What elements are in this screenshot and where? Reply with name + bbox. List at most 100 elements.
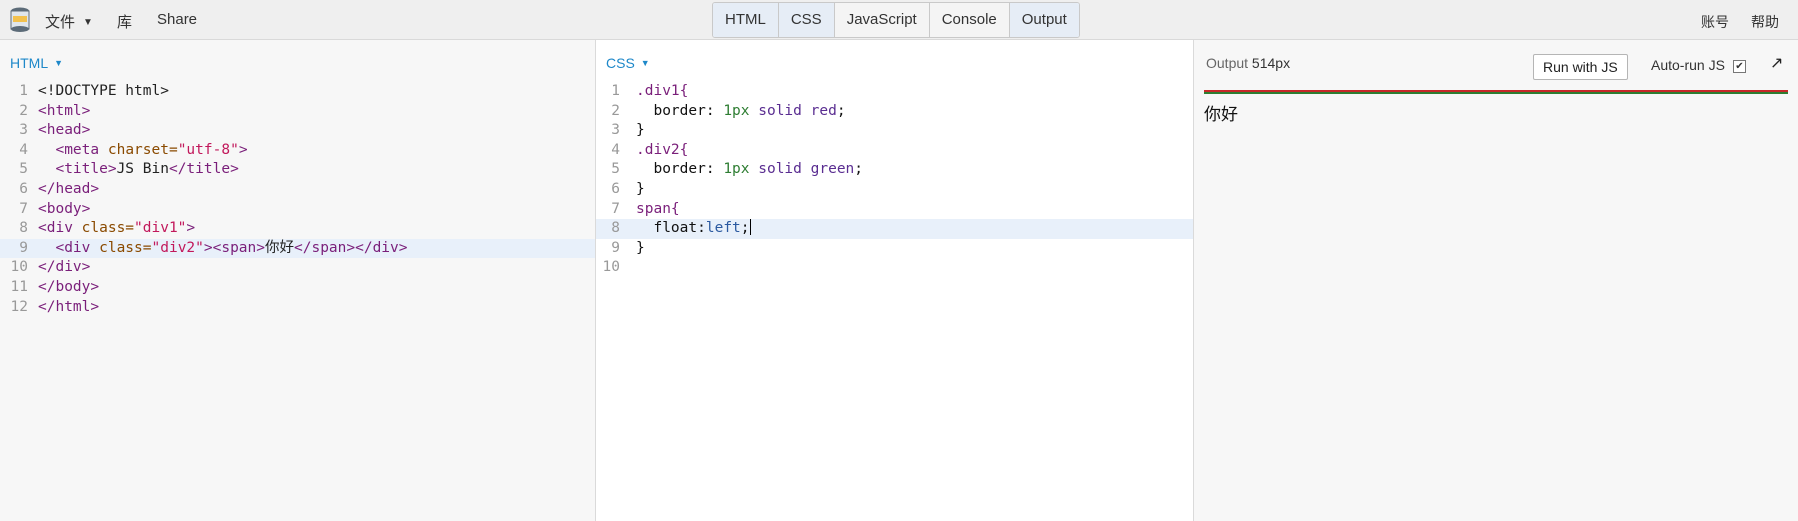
panel-tabs: HTML CSS JavaScript Console Output — [712, 2, 1080, 38]
line-number: 1 — [19, 83, 28, 99]
line-number: 5 — [611, 161, 620, 178]
code-tag: <div — [55, 239, 91, 256]
file-menu-label: 文件 — [45, 14, 76, 31]
code-line: 10 — [596, 258, 1193, 278]
output-preview: 你好 — [1204, 90, 1788, 510]
code-tag: > — [238, 141, 248, 158]
code-tag: </head> — [38, 180, 100, 197]
help-link[interactable]: 帮助 — [1751, 12, 1779, 32]
code-tag: </title> — [168, 161, 239, 178]
caret-down-icon: ▼ — [83, 17, 93, 28]
css-panel-label[interactable]: CSS ▼ — [606, 55, 650, 71]
code-line-active: 9 <div class="div2"><span>你好</span></div… — [0, 238, 595, 259]
code-tag: ><span> — [203, 239, 265, 256]
code-keyword: solid — [749, 161, 811, 178]
html-panel: HTML ▼ 1 <!DOCTYPE html> 2 <html> 3 <head> 4… — [0, 40, 596, 521]
line-number: 1 — [611, 83, 620, 99]
code-line: 3 <head> — [0, 121, 595, 141]
line-number: 9 — [19, 239, 28, 256]
preview-span-text: 你好 — [1204, 105, 1238, 124]
code-line: 1 .div1{ — [596, 82, 1193, 102]
code-line-active: 8 float:left; — [596, 219, 1193, 239]
line-number: 7 — [19, 200, 28, 217]
line-number: 11 — [10, 278, 28, 295]
tab-javascript[interactable]: JavaScript — [834, 3, 930, 37]
css-panel-title: CSS — [606, 55, 635, 71]
file-menu[interactable]: 文件 ▼ — [45, 11, 93, 32]
run-with-js-button[interactable]: Run with JS — [1533, 54, 1628, 80]
code-text: ; — [836, 102, 846, 119]
code-line: 9} — [596, 239, 1193, 259]
library-menu[interactable]: 库 — [117, 11, 132, 32]
line-number: 10 — [10, 259, 28, 276]
share-menu[interactable]: Share — [157, 11, 197, 28]
code-string: "utf-8" — [177, 141, 239, 158]
caret-down-icon: ▼ — [54, 58, 64, 68]
output-width: 514px — [1251, 55, 1291, 71]
output-label: Output — [1206, 55, 1249, 71]
tab-console[interactable]: Console — [929, 3, 1010, 37]
line-number: 2 — [611, 102, 620, 119]
code-line: 2 <html> — [0, 102, 595, 122]
jsbin-logo-icon[interactable] — [8, 6, 32, 34]
text-cursor — [749, 219, 751, 236]
auto-run-js-label: Auto-run JS — [1651, 57, 1725, 73]
code-tag: </div> — [38, 259, 91, 276]
popout-arrow-icon[interactable]: ↗ — [1770, 53, 1783, 73]
html-panel-title: HTML — [10, 55, 49, 71]
code-text: ; — [854, 161, 864, 178]
code-line: 6 </head> — [0, 180, 595, 200]
line-number: 4 — [19, 141, 28, 158]
code-line: 5 border: 1px solid green; — [596, 160, 1193, 180]
code-line: 11 </body> — [0, 278, 595, 298]
code-line: 3} — [596, 121, 1193, 141]
code-text: <!DOCTYPE html> — [38, 83, 169, 99]
output-panel: Output 514px Run with JS Auto-run JS ✔ ↗ … — [1194, 40, 1798, 521]
tab-output[interactable]: Output — [1009, 3, 1079, 37]
caret-down-icon: ▼ — [640, 58, 650, 68]
line-number: 8 — [19, 220, 28, 237]
code-number: 1px — [723, 161, 750, 178]
code-selector: span{ — [636, 200, 680, 217]
line-number: 5 — [19, 161, 28, 178]
line-number: 4 — [611, 141, 620, 158]
code-line: 1 <!DOCTYPE html> — [0, 82, 595, 102]
code-line: 5 <title>JS Bin</title> — [0, 160, 595, 180]
code-selector: .div2{ — [636, 141, 689, 158]
tab-css[interactable]: CSS — [778, 3, 835, 37]
code-line: 7 <body> — [0, 200, 595, 220]
code-keyword: solid — [749, 102, 811, 119]
code-tag: <body> — [38, 200, 91, 217]
code-tag: <meta — [55, 141, 100, 158]
code-line: 8 <div class="div1"> — [0, 219, 595, 239]
code-property: border: — [653, 161, 724, 178]
code-keyword: red — [810, 102, 837, 119]
code-line: 6} — [596, 180, 1193, 200]
code-tag: <head> — [38, 122, 91, 139]
code-tag: <div — [38, 220, 73, 237]
code-text: } — [636, 239, 645, 256]
html-code-editor[interactable]: 1 <!DOCTYPE html> 2 <html> 3 <head> 4 <meta… — [0, 82, 595, 317]
code-attr: class= — [90, 239, 152, 256]
line-number: 8 — [611, 220, 620, 237]
line-number: 3 — [19, 122, 28, 139]
code-line: 2 border: 1px solid red; — [596, 102, 1193, 122]
code-attr: class= — [72, 220, 135, 237]
code-string: "div2" — [151, 239, 204, 256]
html-panel-label[interactable]: HTML ▼ — [10, 55, 63, 71]
tab-html[interactable]: HTML — [713, 3, 779, 37]
account-link[interactable]: 账号 — [1701, 12, 1729, 32]
code-line: 10 </div> — [0, 258, 595, 278]
checkbox-checked-icon[interactable]: ✔ — [1732, 60, 1746, 73]
code-attr: charset= — [99, 141, 178, 158]
code-keyword: left — [705, 220, 741, 237]
code-keyword: green — [810, 161, 855, 178]
code-number: 1px — [723, 102, 750, 119]
line-number: 6 — [611, 180, 620, 197]
code-text: } — [636, 180, 645, 197]
line-number: 3 — [611, 122, 620, 139]
auto-run-js-toggle[interactable]: Auto-run JS ✔ — [1651, 57, 1746, 73]
line-number: 9 — [611, 239, 620, 256]
code-text: JS Bin — [116, 161, 169, 178]
css-code-editor[interactable]: 1 .div1{ 2 border: 1px solid red; 3} 4 .di… — [596, 82, 1193, 278]
